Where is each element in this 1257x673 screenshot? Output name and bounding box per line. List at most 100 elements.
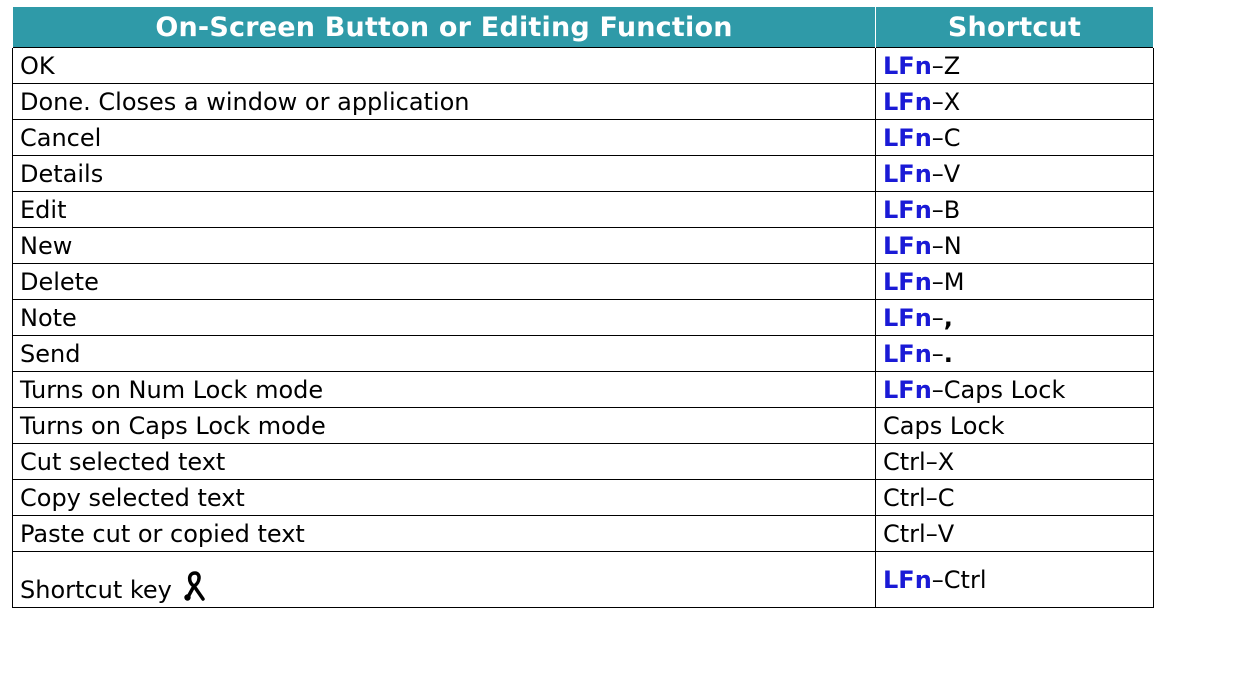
shortcut-cell: Ctrl–V [875,515,1154,552]
function-label: Note [20,303,77,332]
modifier-key-label: LFn [883,195,932,224]
key-separator: – [931,195,944,224]
key-separator: – [931,51,944,80]
function-label: Cancel [20,123,102,152]
key-separator: – [931,339,944,368]
modifier-key-label: LFn [883,87,932,116]
shortcut-cell: LFn–, [875,299,1154,336]
key-separator: – [931,267,944,296]
function-cell: Delete [12,263,876,300]
shortcut-key-symbol-icon [184,571,205,601]
modifier-key-label: LFn [883,267,932,296]
table-row: Note LFn–, [12,299,1154,336]
function-cell: New [12,227,876,264]
key-label: Caps Lock [883,411,1005,440]
key-label: Ctrl–X [883,447,955,476]
key-label: X [943,87,961,116]
function-cell: Shortcut key [12,551,876,608]
table-row: OK LFn–Z [12,47,1154,84]
key-label: M [943,267,965,296]
function-cell: Turns on Caps Lock mode [12,407,876,444]
column-header-function: On-Screen Button or Editing Function [12,7,876,48]
function-label: Details [20,159,104,188]
shortcut-table: On-Screen Button or Editing Function Sho… [12,7,1154,608]
function-cell: Send [12,335,876,372]
key-separator: – [931,87,944,116]
shortcut-cell: LFn–. [875,335,1154,372]
shortcut-cell: LFn–Ctrl [875,551,1154,608]
modifier-key-label: LFn [883,303,932,332]
key-separator: – [931,159,944,188]
key-separator: – [931,123,944,152]
key-label: Ctrl–C [883,483,955,512]
function-label: Edit [20,195,67,224]
key-separator: – [931,303,944,332]
function-label: New [20,231,73,260]
table-row: Copy selected text Ctrl–C [12,479,1154,516]
key-label: C [943,123,961,152]
modifier-key-label: LFn [883,339,932,368]
function-cell: Cancel [12,119,876,156]
shortcut-cell: LFn–Z [875,47,1154,84]
key-label: N [943,231,962,260]
table-row: Paste cut or copied text Ctrl–V [12,515,1154,552]
function-label: Done. Closes a window or application [20,87,470,116]
function-cell: Note [12,299,876,336]
function-cell: OK [12,47,876,84]
function-cell: Copy selected text [12,479,876,516]
table-row: Cancel LFn–C [12,119,1154,156]
key-label: Ctrl–V [883,519,955,548]
key-separator: – [931,375,944,404]
table-row: Turns on Caps Lock mode Caps Lock [12,407,1154,444]
table-row: Done. Closes a window or application LFn–… [12,83,1154,120]
shortcut-cell: LFn–Caps Lock [875,371,1154,408]
modifier-key-label: LFn [883,231,932,260]
function-cell: Details [12,155,876,192]
table-row: Send LFn–. [12,335,1154,372]
function-cell: Turns on Num Lock mode [12,371,876,408]
function-label: OK [20,51,55,80]
function-cell: Paste cut or copied text [12,515,876,552]
modifier-key-label: LFn [883,159,932,188]
key-label: B [943,195,961,224]
function-label: Shortcut key [20,576,172,604]
shortcut-cell: Ctrl–C [875,479,1154,516]
function-cell: Done. Closes a window or application [12,83,876,120]
function-cell: Edit [12,191,876,228]
key-label: Z [943,51,961,80]
shortcut-cell: LFn–C [875,119,1154,156]
function-label: Send [20,339,81,368]
table-row: Details LFn–V [12,155,1154,192]
key-label: , [943,303,953,332]
column-header-shortcut: Shortcut [875,7,1154,48]
table-row: New LFn–N [12,227,1154,264]
shortcut-cell: LFn–M [875,263,1154,300]
key-label: Ctrl [943,565,987,594]
shortcut-cell: LFn–V [875,155,1154,192]
key-separator: – [931,231,944,260]
function-label: Cut selected text [20,447,226,476]
table-body: OK LFn–Z Done. Closes a window or applicat… [12,47,1154,608]
key-label: V [943,159,961,188]
table-header-row: On-Screen Button or Editing Function Sho… [12,7,1154,48]
shortcut-cell: LFn–B [875,191,1154,228]
modifier-key-label: LFn [883,375,932,404]
shortcut-cell: Caps Lock [875,407,1154,444]
table-row: Shortcut key LFn–Ctrl [12,551,1154,608]
table-row: Turns on Num Lock mode LFn–Caps Lock [12,371,1154,408]
table-row: Delete LFn–M [12,263,1154,300]
modifier-key-label: LFn [883,51,932,80]
table-row: Edit LFn–B [12,191,1154,228]
key-label: Caps Lock [943,375,1066,404]
shortcut-cell: LFn–N [875,227,1154,264]
modifier-key-label: LFn [883,565,932,594]
shortcut-cell: LFn–X [875,83,1154,120]
key-label: . [943,339,953,368]
modifier-key-label: LFn [883,123,932,152]
shortcut-cell: Ctrl–X [875,443,1154,480]
function-label: Paste cut or copied text [20,519,305,548]
function-cell: Cut selected text [12,443,876,480]
function-label: Turns on Num Lock mode [20,375,324,404]
table-row: Cut selected text Ctrl–X [12,443,1154,480]
function-label: Delete [20,267,99,296]
